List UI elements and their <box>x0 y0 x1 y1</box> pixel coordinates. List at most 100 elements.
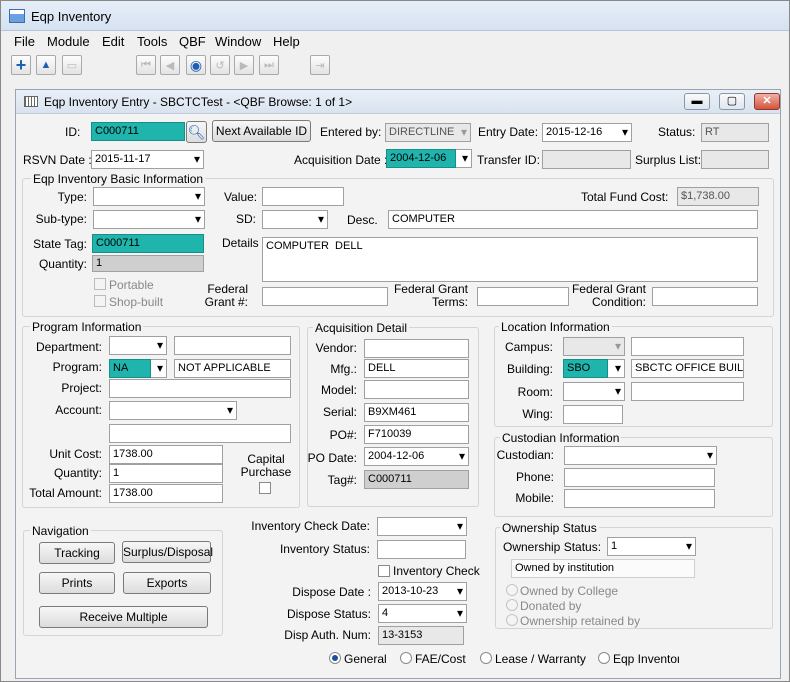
menu-help[interactable]: Help <box>273 34 300 49</box>
federal-grant-terms-label-2: Terms: <box>432 295 468 309</box>
browse-icon[interactable]: ◉ <box>186 55 206 75</box>
disp-auth-num-field[interactable]: 13-3153 <box>378 626 464 645</box>
print-icon[interactable]: ▭ <box>62 55 82 75</box>
previous-record-icon[interactable]: ◀ <box>160 55 180 75</box>
maximize-icon[interactable]: ▢ <box>719 93 745 110</box>
status-field[interactable]: RT <box>701 123 769 142</box>
shop-built-checkbox[interactable] <box>94 295 106 307</box>
tab-fae-cost-radio[interactable] <box>400 652 412 664</box>
program-name-field[interactable]: NOT APPLICABLE <box>174 359 291 378</box>
menu-module[interactable]: Module <box>47 34 90 49</box>
ownership-status-field[interactable]: 1 <box>607 537 696 556</box>
exit-icon[interactable]: ⇥ <box>310 55 330 75</box>
department-name-field[interactable] <box>174 336 291 355</box>
mobile-field[interactable] <box>564 489 715 508</box>
account-field[interactable] <box>109 401 237 420</box>
surplus-disposal-button[interactable]: Surplus/Disposal <box>122 541 213 563</box>
owned-by-college-radio[interactable] <box>506 584 518 596</box>
basic-quantity-field[interactable]: 1 <box>92 255 204 272</box>
campus-field[interactable] <box>563 337 625 356</box>
next-record-icon[interactable]: ▶ <box>234 55 254 75</box>
rsvn-date-field[interactable]: 2015-11-17 <box>91 150 204 169</box>
menu-file[interactable]: File <box>14 34 35 49</box>
add-icon[interactable]: + <box>11 55 31 75</box>
serial-field[interactable]: B9XM461 <box>364 403 469 422</box>
portable-checkbox[interactable] <box>94 278 106 290</box>
details-field[interactable]: COMPUTER DELL <box>262 237 758 282</box>
phone-field[interactable] <box>564 468 715 487</box>
department-field[interactable] <box>109 336 167 355</box>
menu-tools[interactable]: Tools <box>137 34 167 49</box>
program-quantity-field[interactable]: 1 <box>109 464 223 483</box>
tab-eqp-inventory[interactable]: Eqp Inventory <box>613 652 679 666</box>
ownership-retained-radio[interactable] <box>506 614 518 626</box>
building-field[interactable]: SBO <box>563 359 608 378</box>
tab-fae-cost[interactable]: FAE/Cost <box>415 652 466 666</box>
tab-general[interactable]: General <box>344 652 387 666</box>
tab-eqp-inventory-radio[interactable] <box>598 652 610 664</box>
menu-edit[interactable]: Edit <box>102 34 124 49</box>
inventory-status-field[interactable] <box>377 540 466 559</box>
custodian-field[interactable] <box>564 446 717 465</box>
surplus-list-field[interactable] <box>701 150 769 169</box>
entry-date-field[interactable]: 2015-12-16 <box>542 123 632 142</box>
account-extra-field[interactable] <box>109 424 291 443</box>
type-field[interactable] <box>93 187 205 206</box>
transfer-id-field[interactable] <box>542 150 631 169</box>
state-tag-field[interactable]: C000711 <box>92 234 204 253</box>
po-number-field[interactable]: F710039 <box>364 425 469 444</box>
capital-purchase-checkbox[interactable] <box>259 482 271 494</box>
sd-field[interactable] <box>262 210 328 229</box>
undo-icon[interactable]: ↺ <box>210 55 230 75</box>
federal-grant-condition-field[interactable] <box>652 287 758 306</box>
inventory-check-checkbox[interactable] <box>378 565 390 577</box>
tracking-button[interactable]: Tracking <box>39 542 115 564</box>
acquisition-date-dropdown[interactable] <box>456 149 472 168</box>
wing-field[interactable] <box>563 405 623 424</box>
entered-by-field[interactable]: DIRECTLINE <box>385 123 471 142</box>
program-dropdown[interactable] <box>151 359 167 378</box>
mfg-field[interactable]: DELL <box>364 359 469 378</box>
dispose-status-field[interactable]: 4 <box>378 604 467 623</box>
acquisition-date-field[interactable]: 2004-12-06 <box>386 149 456 168</box>
total-fund-cost-field[interactable]: $1,738.00 <box>677 187 759 206</box>
total-amount-field[interactable]: 1738.00 <box>109 484 223 503</box>
building-dropdown[interactable] <box>608 359 625 378</box>
desc-field[interactable]: COMPUTER <box>388 210 758 229</box>
project-field[interactable] <box>109 379 291 398</box>
po-date-field[interactable]: 2004-12-06 <box>364 447 469 466</box>
tab-lease-warranty[interactable]: Lease / Warranty <box>495 652 586 666</box>
tab-lease-warranty-radio[interactable] <box>480 652 492 664</box>
room-name-field[interactable] <box>631 382 744 401</box>
dispose-date-field[interactable]: 2013-10-23 <box>378 582 467 601</box>
prints-button[interactable]: Prints <box>39 572 115 594</box>
minimize-icon[interactable]: ▬ <box>684 93 710 110</box>
first-record-icon[interactable]: ⏮ <box>136 55 156 75</box>
federal-grant-terms-field[interactable] <box>477 287 569 306</box>
room-field[interactable] <box>563 382 625 401</box>
campus-name-field[interactable] <box>631 337 744 356</box>
vendor-field[interactable] <box>364 339 469 358</box>
last-record-icon[interactable]: ⏭ <box>259 55 279 75</box>
donated-by-radio[interactable] <box>506 599 518 611</box>
search-icon[interactable]: 🔍︎ <box>186 121 207 143</box>
tag-number-field[interactable]: C000711 <box>364 470 469 489</box>
tab-general-radio[interactable] <box>329 652 341 664</box>
model-field[interactable] <box>364 380 469 399</box>
unit-cost-field[interactable]: 1738.00 <box>109 445 223 464</box>
acquisition-date-label: Acquisition Date : <box>294 153 388 167</box>
save-icon[interactable]: ▲ <box>36 55 56 75</box>
inventory-check-date-field[interactable] <box>377 517 467 536</box>
exports-button[interactable]: Exports <box>123 572 211 594</box>
menu-qbf[interactable]: QBF <box>179 34 206 49</box>
federal-grant-field[interactable] <box>262 287 388 306</box>
menu-window[interactable]: Window <box>215 34 261 49</box>
next-available-id-button[interactable]: Next Available ID <box>212 120 311 142</box>
building-name-field[interactable]: SBCTC OFFICE BUILDI <box>631 359 744 378</box>
receive-multiple-button[interactable]: Receive Multiple <box>39 606 208 628</box>
subtype-field[interactable] <box>93 210 205 229</box>
close-icon[interactable]: ✕ <box>754 93 780 110</box>
value-field[interactable] <box>262 187 344 206</box>
id-field[interactable]: C000711 <box>91 122 185 141</box>
program-field[interactable]: NA <box>109 359 151 378</box>
